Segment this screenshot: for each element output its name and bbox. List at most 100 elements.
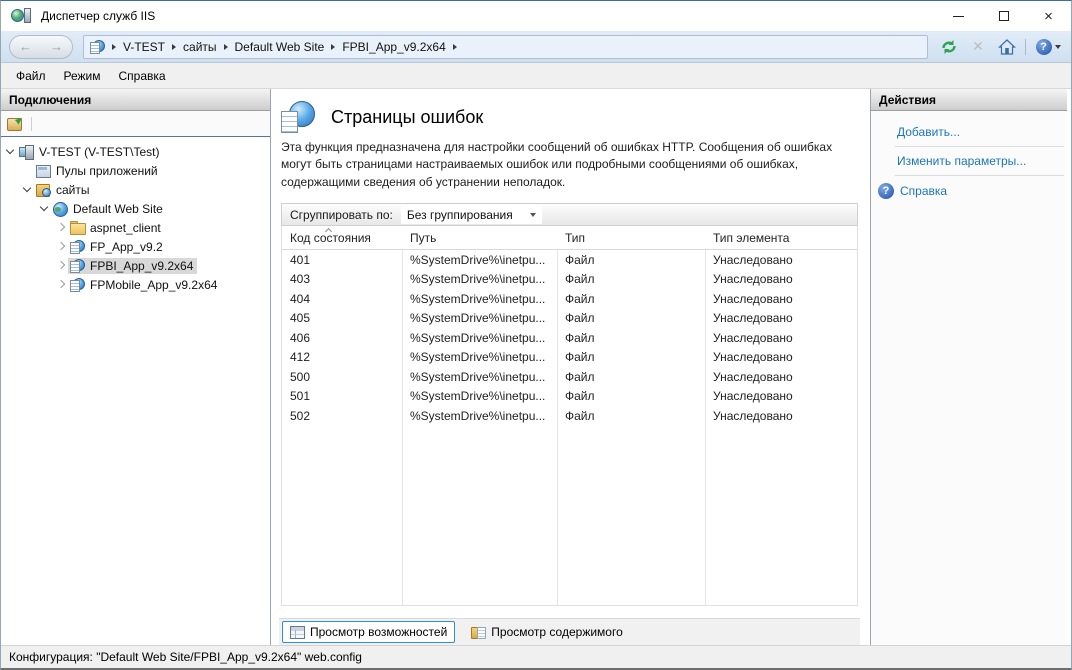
tree-node-label: сайты [56,183,90,197]
table-body: 401 %SystemDrive%\inetpu... Файл Унаслед… [282,250,857,426]
toolbar-divider [1025,39,1026,55]
tree-chevron-icon[interactable] [56,222,67,233]
column-header[interactable]: Код состояния [282,226,402,249]
tree-chevron-icon[interactable] [39,203,50,214]
help-menu-button[interactable]: ? [1033,37,1063,57]
tree-node-label: FPMobile_App_v9.2x64 [90,278,217,292]
cell-status-code: 405 [282,311,402,325]
status-text: Конфигурация: "Default Web Site/FPBI_App… [9,650,362,664]
table-row[interactable]: 502 %SystemDrive%\inetpu... Файл Унаслед… [282,406,857,426]
breadcrumb-arrow-icon[interactable] [331,44,335,50]
tree-chevron-icon[interactable] [22,184,33,195]
breadcrumb-segment[interactable]: FPBI_App_v9.2x64 [340,39,447,55]
cell-status-code: 404 [282,292,402,306]
table-row[interactable]: 501 %SystemDrive%\inetpu... Файл Унаслед… [282,387,857,407]
table-row[interactable]: 401 %SystemDrive%\inetpu... Файл Унаслед… [282,250,857,270]
cell-type: Файл [557,311,705,325]
table-row[interactable]: 406 %SystemDrive%\inetpu... Файл Унаслед… [282,328,857,348]
tree-item[interactable]: сайты [1,180,270,199]
action-link[interactable]: Справка [871,179,1067,203]
action-link[interactable]: Добавить... [871,121,1067,143]
maximize-button[interactable] [981,2,1026,31]
tree-chevron-icon[interactable] [56,279,67,290]
cell-status-code: 403 [282,272,402,286]
close-button[interactable]: × [1026,2,1071,31]
column-header[interactable]: Тип элемента [705,226,857,249]
breadcrumb-arrow-icon[interactable] [453,44,457,50]
breadcrumb-segment[interactable]: сайты [181,39,219,55]
address-breadcrumb-box[interactable]: V-TEST сайты Default Web Site FPBI_App_v9.2… [83,35,928,59]
tree-chevron-icon[interactable] [5,146,16,157]
cell-type: Файл [557,409,705,423]
table-row[interactable]: 500 %SystemDrive%\inetpu... Файл Унаслед… [282,367,857,387]
breadcrumb-arrow-icon[interactable] [224,44,228,50]
breadcrumb-segment[interactable]: Default Web Site [233,39,327,55]
help-icon: ? [1036,39,1052,55]
back-button[interactable]: ← [19,39,32,54]
menu-item[interactable]: Режим [55,63,110,89]
title-bar: Диспетчер служб IIS × [1,1,1071,31]
tree-item[interactable]: Default Web Site [1,199,270,218]
cell-entry-type: Унаследовано [705,272,857,286]
close-icon: × [1044,9,1053,24]
create-connection-icon[interactable] [7,117,23,131]
tree-node-label: Пулы приложений [56,164,158,178]
cell-entry-type: Унаследовано [705,311,857,325]
column-header[interactable]: Путь [402,226,557,249]
actions-divider [895,146,1064,147]
view-tab[interactable]: Просмотр возможностей [282,621,455,643]
column-header[interactable]: Тип [557,226,705,249]
forward-button[interactable]: → [50,39,63,54]
tree-node-icon [70,240,85,254]
column-divider [402,226,403,605]
tree-item[interactable]: FP_App_v9.2 [1,237,270,256]
home-button[interactable] [996,37,1018,57]
connections-panel: Подключения V-TEST (V-TEST\Test) Пулы пр… [1,89,271,645]
chevron-down-icon [530,213,536,217]
tree-chevron-icon[interactable] [56,241,67,252]
tree-item[interactable]: Пулы приложений [1,161,270,180]
actions-header: Действия [871,89,1067,111]
cell-status-code: 401 [282,253,402,267]
menu-item[interactable]: Файл [7,63,55,89]
feature-list-area: Сгруппировать по: Без группирования Код … [281,203,858,606]
chevron-down-icon [1055,45,1061,49]
tree-node-icon [19,145,34,159]
table-row[interactable]: 403 %SystemDrive%\inetpu... Файл Унаслед… [282,270,857,290]
tree-chevron-icon[interactable] [22,165,33,176]
tree-item[interactable]: V-TEST (V-TEST\Test) [1,142,270,161]
minimize-button[interactable] [936,2,981,31]
cell-entry-type: Унаследовано [705,253,857,267]
feature-pane: Страницы ошибок Эта функция предназначен… [271,89,870,645]
tree-item[interactable]: aspnet_client [1,218,270,237]
tree-chevron-icon[interactable] [56,260,67,271]
refresh-button[interactable] [938,37,960,57]
cell-path: %SystemDrive%\inetpu... [402,311,557,325]
connections-tree: V-TEST (V-TEST\Test) Пулы приложений сай… [1,137,270,645]
cell-entry-type: Унаследовано [705,331,857,345]
help-icon [878,183,894,199]
table-row[interactable]: 404 %SystemDrive%\inetpu... Файл Унаслед… [282,289,857,309]
stop-button[interactable]: ✕ [967,37,989,57]
action-link[interactable]: Изменить параметры... [871,150,1067,172]
menu-item[interactable]: Справка [110,63,175,89]
cell-status-code: 501 [282,389,402,403]
stop-icon: ✕ [972,38,984,55]
tree-node-icon [36,183,51,197]
tree-item[interactable]: FPMobile_App_v9.2x64 [1,275,270,294]
group-by-dropdown[interactable]: Без группирования [401,205,542,224]
breadcrumb-arrow-icon[interactable] [172,44,176,50]
column-divider [705,226,706,605]
actions-panel: Действия Добавить... Изменить параметры.… [870,89,1067,645]
breadcrumb-segment[interactable]: V-TEST [121,39,167,55]
view-tab[interactable]: Просмотр содержимого [463,621,630,643]
tree-node-icon [36,164,51,178]
navigation-buttons: ← → [9,35,73,59]
cell-status-code: 412 [282,350,402,364]
cell-path: %SystemDrive%\inetpu... [402,253,557,267]
table-header-row: Код состояния Путь Тип Тип элемента [282,226,857,250]
breadcrumb-arrow-icon[interactable] [112,44,116,50]
table-row[interactable]: 405 %SystemDrive%\inetpu... Файл Унаслед… [282,309,857,329]
table-row[interactable]: 412 %SystemDrive%\inetpu... Файл Унаслед… [282,348,857,368]
tree-item[interactable]: FPBI_App_v9.2x64 [1,256,270,275]
